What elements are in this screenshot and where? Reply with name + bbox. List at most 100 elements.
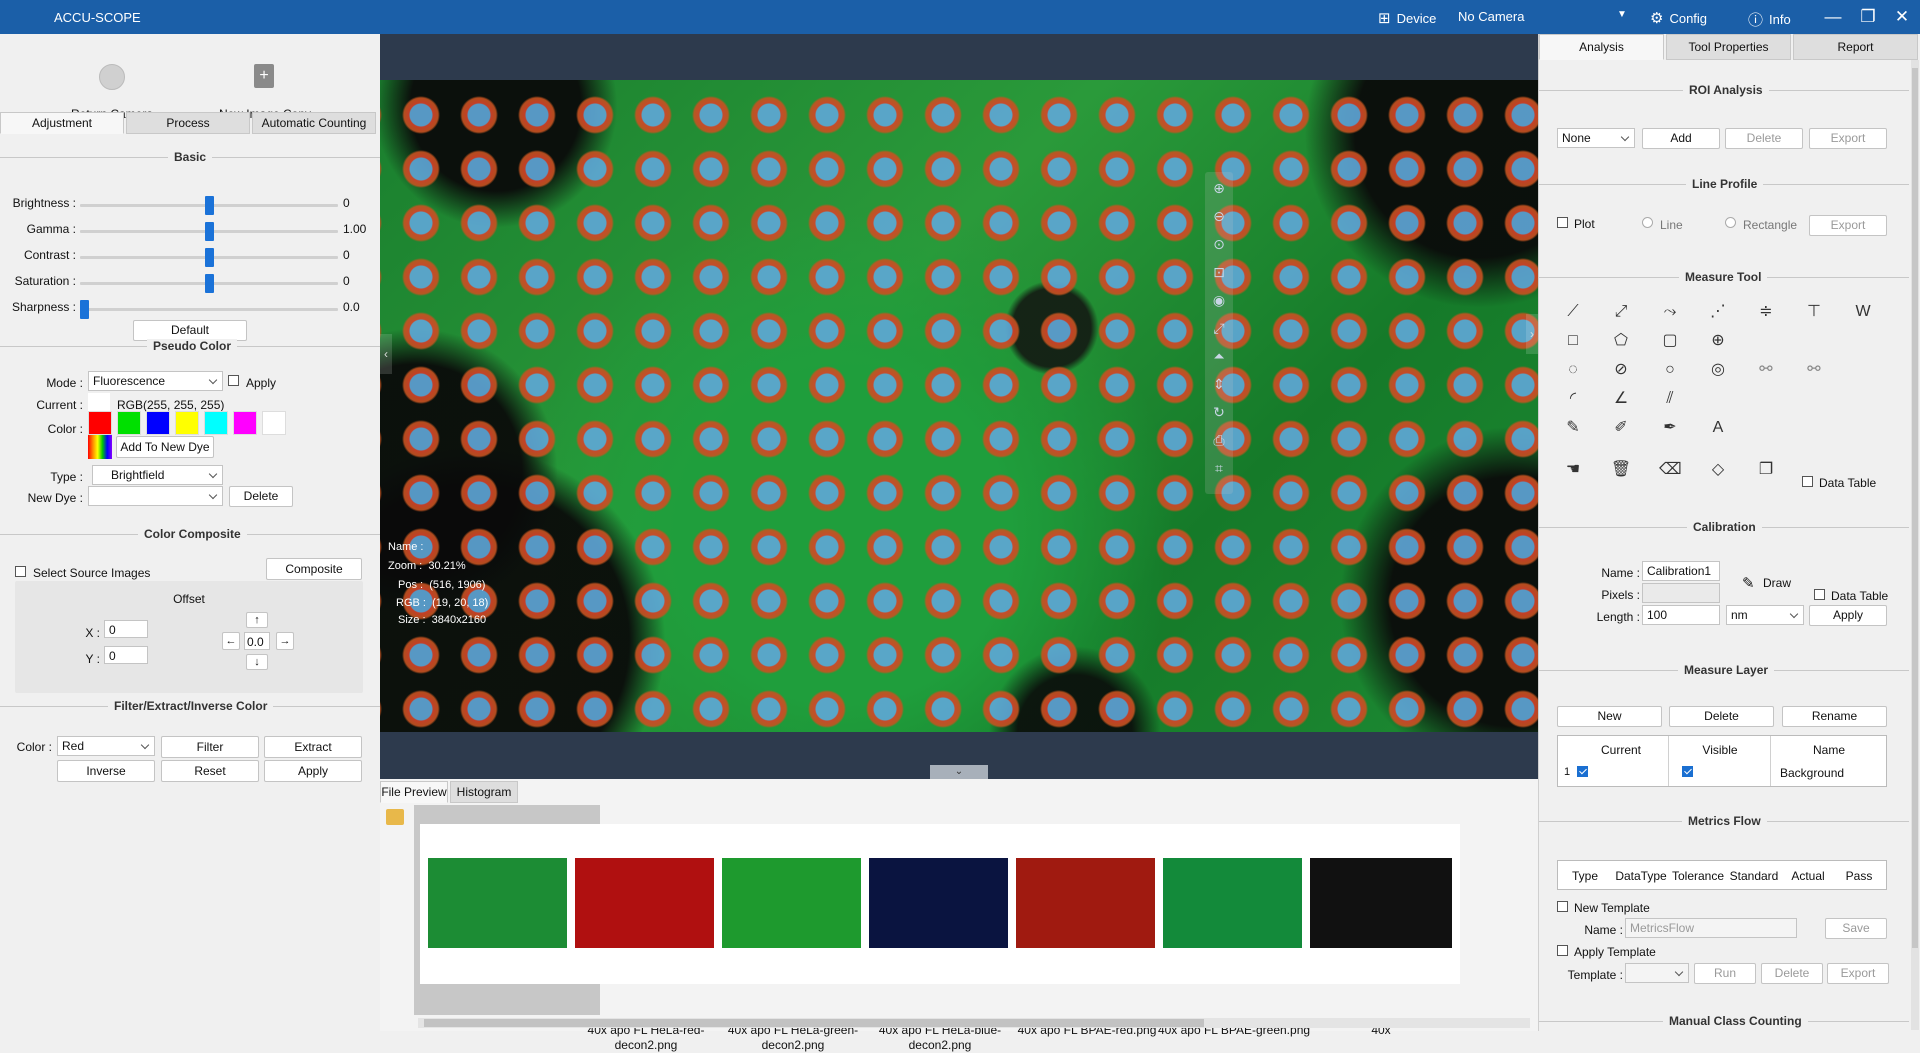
offset-left-button[interactable]: ← bbox=[222, 632, 240, 650]
plot-checkbox[interactable] bbox=[1557, 217, 1568, 228]
calibration-name-input[interactable]: Calibration1 bbox=[1642, 561, 1720, 581]
color-swatch[interactable] bbox=[146, 411, 170, 435]
close-icon[interactable]: ✕ bbox=[1889, 4, 1915, 30]
thumb-scrollbar-handle[interactable] bbox=[424, 1019, 1204, 1027]
microscope-image[interactable] bbox=[380, 80, 1538, 732]
camera-icon[interactable] bbox=[99, 64, 125, 90]
contrast-slider[interactable] bbox=[204, 248, 214, 267]
line-tool-icon[interactable]: ⟋ bbox=[1562, 301, 1584, 323]
flip-horizontal-icon[interactable]: ⇕ bbox=[1209, 374, 1229, 394]
inverse-button[interactable]: Inverse bbox=[57, 760, 155, 782]
pseudo-apply-checkbox[interactable] bbox=[228, 375, 239, 386]
composite-button[interactable]: Composite bbox=[266, 558, 362, 580]
ellipse-tool-icon[interactable]: ○ bbox=[1659, 359, 1681, 381]
type-select[interactable]: Brightfield bbox=[92, 465, 223, 485]
rectangle-radio[interactable] bbox=[1725, 217, 1736, 228]
next-image-arrow-icon[interactable]: › bbox=[1526, 314, 1538, 354]
roi-export-button[interactable]: Export bbox=[1809, 128, 1887, 149]
measure-data-table-checkbox[interactable] bbox=[1802, 476, 1813, 487]
tab-process[interactable]: Process bbox=[126, 112, 250, 134]
palette-icon[interactable] bbox=[88, 435, 112, 459]
info-button[interactable]: ⓘ Info bbox=[1748, 9, 1791, 30]
minimize-icon[interactable]: — bbox=[1820, 4, 1846, 30]
circle-diameter-tool-icon[interactable]: ⊘ bbox=[1610, 359, 1632, 381]
parallel-tool-icon[interactable]: ≑ bbox=[1755, 301, 1777, 323]
line-profile-export-button[interactable]: Export bbox=[1809, 215, 1887, 236]
file-thumbnail[interactable] bbox=[1302, 824, 1460, 984]
sharpness-slider[interactable] bbox=[80, 300, 89, 319]
layer-row-name[interactable]: Background bbox=[1774, 766, 1854, 780]
filter-apply-button[interactable]: Apply bbox=[264, 760, 362, 782]
fullscreen-icon[interactable]: ⤢ bbox=[1209, 318, 1229, 338]
marker-tool-icon[interactable]: ✐ bbox=[1610, 417, 1632, 439]
folder-icon[interactable] bbox=[386, 809, 404, 825]
file-thumbnail[interactable] bbox=[1155, 824, 1313, 984]
file-thumbnail[interactable] bbox=[1008, 824, 1166, 984]
apply-template-checkbox[interactable] bbox=[1557, 945, 1568, 956]
gamma-slider[interactable] bbox=[204, 222, 214, 241]
tab-tool-properties[interactable]: Tool Properties bbox=[1666, 34, 1791, 60]
right-scrollbar-handle[interactable] bbox=[1912, 68, 1918, 948]
layer-delete-button[interactable]: Delete bbox=[1669, 706, 1774, 727]
brush-tool-icon[interactable]: ✒ bbox=[1659, 417, 1681, 439]
metrics-run-button[interactable]: Run bbox=[1694, 963, 1756, 984]
color-swatch[interactable] bbox=[88, 411, 112, 435]
new-image-copy-icon[interactable]: + bbox=[254, 64, 274, 88]
rectangle-tool-icon[interactable]: □ bbox=[1562, 330, 1584, 352]
template-select[interactable] bbox=[1625, 963, 1689, 983]
crop-icon[interactable]: ⌗ bbox=[1209, 458, 1229, 478]
length-input[interactable]: 100 bbox=[1642, 605, 1720, 625]
new-dye-select[interactable] bbox=[88, 486, 223, 506]
delete-all-icon[interactable]: ⌫ bbox=[1659, 459, 1682, 481]
file-thumbnail[interactable] bbox=[567, 824, 725, 984]
circle-point-tool-icon[interactable]: ◌ bbox=[1562, 359, 1584, 381]
polygon-tool-icon[interactable]: ⬠ bbox=[1610, 330, 1632, 352]
saturation-slider[interactable] bbox=[204, 274, 214, 293]
text-line-tool-icon[interactable]: ⊤ bbox=[1803, 301, 1825, 323]
user-icon[interactable]: ◉ bbox=[1209, 290, 1229, 310]
crosshair-circle-tool-icon[interactable]: ⊕ bbox=[1707, 330, 1729, 352]
rotate-icon[interactable]: ↻ bbox=[1209, 402, 1229, 422]
tab-file-preview[interactable]: File Preview bbox=[380, 781, 448, 803]
fit-icon[interactable]: ⊙ bbox=[1209, 234, 1229, 254]
color-swatch[interactable] bbox=[233, 411, 257, 435]
multi-point-tool-icon[interactable]: ⋰ bbox=[1707, 301, 1729, 323]
camera-select[interactable]: No Camera bbox=[1458, 9, 1524, 24]
offset-step-input[interactable]: 0.0 bbox=[244, 632, 270, 650]
flip-vertical-icon[interactable]: ⏶ bbox=[1209, 346, 1229, 366]
offset-up-button[interactable]: ↑ bbox=[246, 612, 268, 628]
eraser-icon[interactable]: ◇ bbox=[1707, 459, 1729, 481]
layer-new-button[interactable]: New bbox=[1557, 706, 1662, 727]
draw-label[interactable]: Draw bbox=[1763, 576, 1791, 590]
layer-visible-checkbox[interactable] bbox=[1682, 766, 1693, 777]
device-button[interactable]: ⊞ Device bbox=[1378, 9, 1436, 27]
select-source-checkbox[interactable] bbox=[15, 566, 26, 577]
image-viewer[interactable]: ‹ › ⊕ ⊖ ⊙ ⊡ ◉ ⤢ ⏶ ⇕ ↻ ⎙ ⌗ Name : Zoom : … bbox=[380, 34, 1538, 779]
color-swatch[interactable] bbox=[117, 411, 141, 435]
ruler-icon[interactable]: ✎ bbox=[1742, 574, 1755, 592]
offset-x-input[interactable]: 0 bbox=[104, 620, 148, 638]
metrics-name-input[interactable]: MetricsFlow bbox=[1625, 918, 1797, 938]
metrics-save-button[interactable]: Save bbox=[1825, 918, 1887, 939]
offset-right-button[interactable]: → bbox=[276, 632, 294, 650]
tab-analysis[interactable]: Analysis bbox=[1539, 34, 1664, 60]
calibration-apply-button[interactable]: Apply bbox=[1809, 605, 1887, 626]
delete-dye-button[interactable]: Delete bbox=[229, 486, 293, 507]
sharpness-track[interactable] bbox=[80, 308, 338, 311]
metrics-delete-button[interactable]: Delete bbox=[1761, 963, 1823, 984]
annulus-tool-icon[interactable]: ◎ bbox=[1707, 359, 1729, 381]
arc-tool-icon[interactable]: ◜ bbox=[1562, 388, 1584, 410]
pen-tool-icon[interactable]: ✎ bbox=[1562, 417, 1584, 439]
roi-select[interactable]: None bbox=[1557, 128, 1635, 148]
mode-select[interactable]: Fluorescence bbox=[88, 371, 223, 391]
color-swatch[interactable] bbox=[175, 411, 199, 435]
roi-add-button[interactable]: Add bbox=[1642, 128, 1720, 149]
new-template-checkbox[interactable] bbox=[1557, 901, 1568, 912]
tab-histogram[interactable]: Histogram bbox=[450, 781, 518, 803]
file-thumbnail[interactable] bbox=[861, 824, 1019, 984]
parallel-lines-tool-icon[interactable]: ⫽ bbox=[1659, 388, 1681, 410]
link-circle-tool-icon[interactable]: ⚯ bbox=[1755, 359, 1777, 381]
tab-adjustment[interactable]: Adjustment bbox=[0, 112, 124, 134]
offset-y-input[interactable]: 0 bbox=[104, 646, 148, 664]
polyline-tool-icon[interactable]: ⤳ bbox=[1659, 301, 1681, 323]
